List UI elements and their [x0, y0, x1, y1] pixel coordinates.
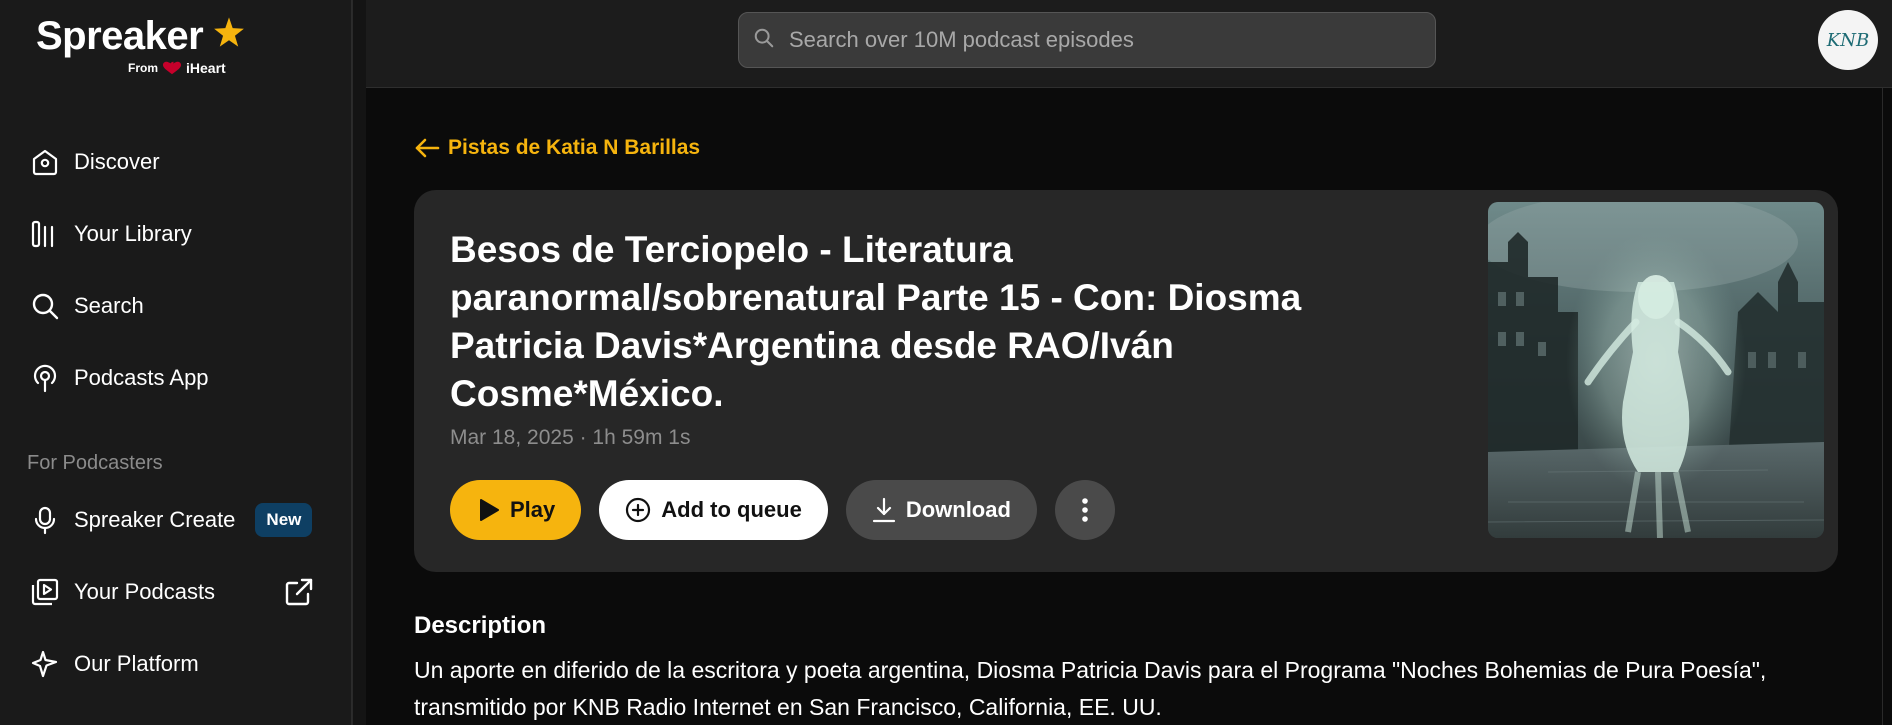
nav-item-our-platform[interactable]: Our Platform	[0, 628, 352, 700]
podcast-play-icon	[28, 575, 62, 609]
arrow-left-icon	[415, 138, 440, 158]
nav-item-your-podcasts[interactable]: Your Podcasts	[0, 556, 352, 628]
download-icon	[872, 497, 895, 523]
back-link-label: Pistas de Katia N Barillas	[448, 136, 701, 159]
new-badge: New	[255, 503, 313, 537]
sidebar: Spreaker From iHeart Discover Your Libra…	[0, 0, 352, 725]
library-icon	[28, 217, 62, 251]
logo-partner: iHeart	[186, 60, 226, 76]
back-link[interactable]: Pistas de Katia N Barillas	[414, 136, 700, 160]
nav-item-discover[interactable]: Discover	[0, 126, 352, 198]
iheart-icon	[163, 61, 181, 75]
logo-wordmark: Spreaker	[36, 14, 204, 58]
episode-actions: Play Add to queue Download	[450, 480, 1115, 540]
play-label: Play	[510, 497, 556, 522]
episode-cover-image	[1488, 202, 1824, 538]
nav-item-search[interactable]: Search	[0, 270, 352, 342]
external-link-icon[interactable]	[282, 575, 316, 609]
main-content: Pistas de Katia N Barillas Besos de Terc…	[366, 88, 1892, 725]
search-input[interactable]	[789, 27, 1409, 53]
search-icon	[28, 289, 62, 323]
nav-item-your-library[interactable]: Your Library	[0, 198, 352, 270]
episode-card: Besos de Terciopelo - Literatura paranor…	[414, 190, 1838, 572]
top-bar: KNB	[366, 0, 1892, 88]
more-vertical-icon	[1082, 498, 1088, 522]
description-text: Un aporte en diferido de la escritora y …	[414, 657, 1767, 720]
download-label: Download	[905, 497, 1011, 522]
search-box[interactable]	[738, 12, 1436, 68]
nav-label: Your Podcasts	[74, 579, 216, 604]
episode-title: Besos de Terciopelo - Literatura paranor…	[450, 229, 1302, 414]
nav-label: Our Platform	[74, 651, 199, 676]
avatar-text: KNB	[1826, 29, 1870, 51]
main-nav: Discover Your Library Search Podcasts Ap…	[0, 126, 352, 414]
nav-label: Your Library	[74, 221, 192, 246]
nav-label: Search	[74, 293, 144, 318]
star-icon	[214, 17, 244, 47]
nav-label: Podcasts App	[74, 365, 209, 390]
spreaker-logo[interactable]: Spreaker From iHeart	[36, 8, 256, 78]
sparkle-icon	[28, 647, 62, 681]
logo-from-label: From	[128, 61, 158, 75]
download-button[interactable]: Download	[845, 480, 1037, 540]
description-heading: Description	[414, 612, 547, 639]
podcaster-nav: Spreaker Create New Your Podcasts Our Pl…	[0, 484, 352, 700]
nav-label: Spreaker Create	[74, 507, 236, 532]
avatar[interactable]: KNB	[1818, 10, 1878, 70]
plus-circle-icon	[626, 497, 651, 523]
episode-meta: Mar 18, 2025 · 1h 59m 1s	[450, 426, 691, 449]
nav-item-spreaker-create[interactable]: Spreaker Create New	[0, 484, 352, 556]
section-label-for-podcasters: For Podcasters	[27, 452, 163, 474]
play-button[interactable]: Play	[450, 480, 582, 540]
play-icon	[480, 499, 499, 521]
more-options-button[interactable]	[1054, 480, 1115, 540]
add-to-queue-button[interactable]: Add to queue	[599, 480, 828, 540]
logo-subtitle: From iHeart	[128, 60, 226, 76]
home-icon	[28, 145, 62, 179]
podcasts-app-icon	[28, 361, 62, 395]
ghost-image	[1488, 202, 1824, 538]
nav-item-podcasts-app[interactable]: Podcasts App	[0, 342, 352, 414]
main-scrollbar[interactable]	[1882, 88, 1892, 725]
search-icon	[753, 27, 775, 54]
microphone-icon	[28, 503, 62, 537]
sidebar-scrollbar[interactable]	[352, 0, 366, 725]
add-to-queue-label: Add to queue	[661, 497, 802, 522]
nav-label: Discover	[74, 149, 160, 174]
